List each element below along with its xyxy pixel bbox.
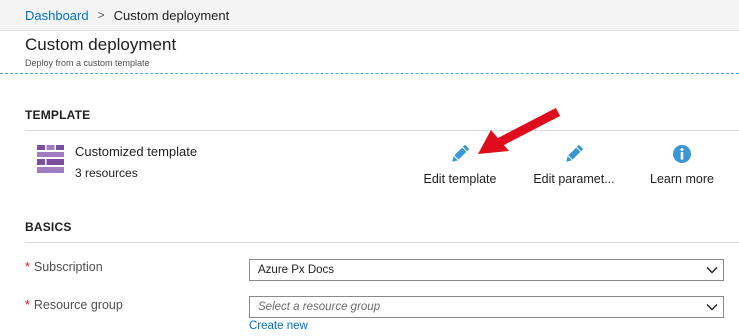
breadcrumb-separator: >	[97, 8, 105, 22]
edit-template-label: Edit template	[423, 172, 497, 186]
learn-more-button[interactable]: Learn more	[648, 143, 716, 188]
subscription-label-text: Subscription	[33, 260, 103, 274]
chevron-down-icon	[706, 304, 718, 311]
required-marker: *	[25, 260, 30, 274]
template-resource-count: 3 resources	[75, 166, 138, 180]
resource-group-dropdown[interactable]: Select a resource group	[249, 296, 724, 318]
template-grid-icon	[37, 145, 64, 173]
info-icon	[673, 145, 691, 163]
subscription-dropdown[interactable]: Azure Px Docs	[249, 259, 724, 281]
edit-parameters-label: Edit paramet...	[533, 172, 615, 186]
breadcrumb-dashboard-link[interactable]: Dashboard	[25, 8, 89, 23]
resource-group-label-text: Resource group	[33, 298, 123, 312]
basics-section-heading: BASICS	[25, 220, 72, 234]
breadcrumb-current: Custom deployment	[113, 7, 230, 23]
pencil-icon	[566, 144, 584, 162]
template-name: Customized template	[75, 144, 198, 159]
template-section-divider	[25, 130, 739, 131]
resource-group-placeholder: Select a resource group	[258, 301, 381, 313]
required-marker: *	[25, 298, 30, 312]
basics-section-divider	[25, 242, 739, 243]
template-section-heading: TEMPLATE	[25, 108, 91, 122]
page-subtitle: Deploy from a custom template	[25, 58, 150, 68]
pencil-icon	[452, 144, 470, 162]
learn-more-label: Learn more	[650, 172, 714, 186]
chevron-down-icon	[706, 267, 718, 274]
create-new-resource-group-link[interactable]: Create new	[249, 320, 308, 332]
blade-header: Custom deployment Deploy from a custom t…	[0, 31, 739, 74]
breadcrumb: Dashboard > Custom deployment	[0, 0, 739, 31]
subscription-label: * Subscription	[25, 260, 103, 274]
red-arrow-annotation	[478, 108, 560, 154]
resource-group-label: * Resource group	[25, 298, 123, 312]
page-title: Custom deployment	[25, 35, 177, 54]
subscription-value: Azure Px Docs	[258, 264, 335, 276]
